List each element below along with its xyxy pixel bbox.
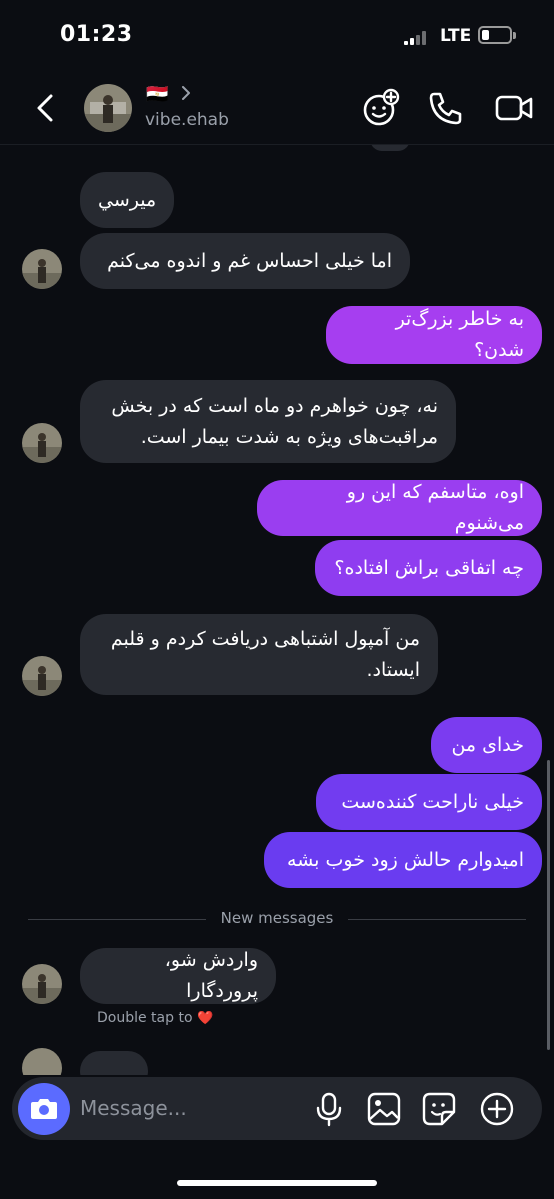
message-bubble-incoming[interactable]: واردش شو، پروردگارا	[80, 948, 276, 1004]
camera-button[interactable]	[18, 1083, 70, 1135]
back-icon[interactable]	[30, 88, 60, 128]
message-text: خدای من	[451, 733, 524, 756]
sticker-icon[interactable]	[420, 1090, 458, 1128]
message-bubble-incoming[interactable]: ميرسي	[80, 172, 175, 228]
message-bubble-incoming[interactable]: اما خیلی احساس غم و اندوه می‌کنم	[80, 233, 410, 289]
country-flag: 🇪🇬	[146, 84, 169, 105]
sender-avatar[interactable]	[22, 423, 62, 463]
sender-avatar[interactable]	[22, 249, 62, 289]
video-icon[interactable]	[494, 88, 534, 128]
phone-icon[interactable]	[426, 88, 466, 128]
effects-icon[interactable]	[360, 88, 400, 128]
message-text: اوه، متاسفم که این رو می‌شنوم	[346, 481, 524, 534]
message-text: خیلی ناراحت کننده‌ست	[341, 790, 524, 813]
chat-header: 🇪🇬 vibe.ehab	[0, 72, 554, 145]
home-indicator[interactable]	[177, 1180, 377, 1186]
signal-icon	[404, 31, 432, 45]
gallery-icon[interactable]	[365, 1090, 403, 1128]
double-tap-hint: Double tap to ❤️	[97, 1010, 213, 1026]
message-bubble-outgoing[interactable]: خیلی ناراحت کننده‌ست	[316, 774, 542, 830]
message-bubble-incoming[interactable]: من آمپول اشتباهی دریافت کردم و قلبم ایست…	[80, 614, 438, 695]
status-time: 01:23	[60, 22, 133, 47]
message-composer: Message...	[12, 1077, 542, 1140]
message-bubble-partial	[80, 1051, 148, 1075]
heart-icon: ❤️	[196, 1011, 214, 1026]
sender-avatar[interactable]	[22, 1048, 62, 1075]
new-messages-label: New messages	[220, 909, 334, 927]
message-list[interactable]: ميرسي اما خیلی احساس غم و اندوه می‌کنم ب…	[0, 145, 554, 1075]
message-input[interactable]: Message...	[80, 1096, 187, 1120]
message-bubble-outgoing[interactable]: امیدوارم حالش زود خوب بشه	[264, 832, 542, 888]
message-text: چه اتفاقی براش افتاده؟	[334, 556, 524, 579]
message-text: نه، چون خواهرم دو ماه است که در بخش مراق…	[111, 394, 438, 448]
message-bubble-outgoing[interactable]: اوه، متاسفم که این رو می‌شنوم	[257, 480, 542, 536]
plus-icon[interactable]	[478, 1090, 516, 1128]
message-bubble-incoming[interactable]: نه، چون خواهرم دو ماه است که در بخش مراق…	[80, 380, 456, 463]
network-label: LTE	[440, 26, 472, 46]
battery-icon	[478, 26, 516, 44]
new-messages-divider: New messages	[28, 909, 526, 927]
message-text: ميرسي	[98, 188, 157, 211]
message-bubble-partial	[370, 145, 410, 151]
sender-avatar[interactable]	[22, 964, 62, 1004]
message-text: واردش شو، پروردگارا	[164, 949, 258, 1002]
avatar[interactable]	[84, 84, 132, 132]
message-text: به خاطر بزرگ‌تر شدن؟	[395, 308, 524, 361]
message-bubble-outgoing[interactable]: به خاطر بزرگ‌تر شدن؟	[326, 306, 542, 364]
microphone-icon[interactable]	[310, 1090, 348, 1128]
sender-avatar[interactable]	[22, 656, 62, 696]
status-bar: 01:23 LTE	[0, 0, 554, 72]
message-bubble-outgoing[interactable]: چه اتفاقی براش افتاده؟	[315, 540, 542, 596]
message-text: اما خیلی احساس غم و اندوه می‌کنم	[107, 249, 392, 272]
chevron-right-icon[interactable]	[180, 86, 192, 100]
camera-icon	[31, 1099, 57, 1119]
username[interactable]: vibe.ehab	[145, 110, 229, 130]
double-tap-text: Double tap to	[97, 1010, 193, 1026]
scrollbar[interactable]	[547, 760, 550, 1050]
message-bubble-outgoing[interactable]: خدای من	[431, 717, 542, 773]
message-text: من آمپول اشتباهی دریافت کردم و قلبم ایست…	[110, 627, 420, 681]
message-text: امیدوارم حالش زود خوب بشه	[287, 848, 524, 871]
